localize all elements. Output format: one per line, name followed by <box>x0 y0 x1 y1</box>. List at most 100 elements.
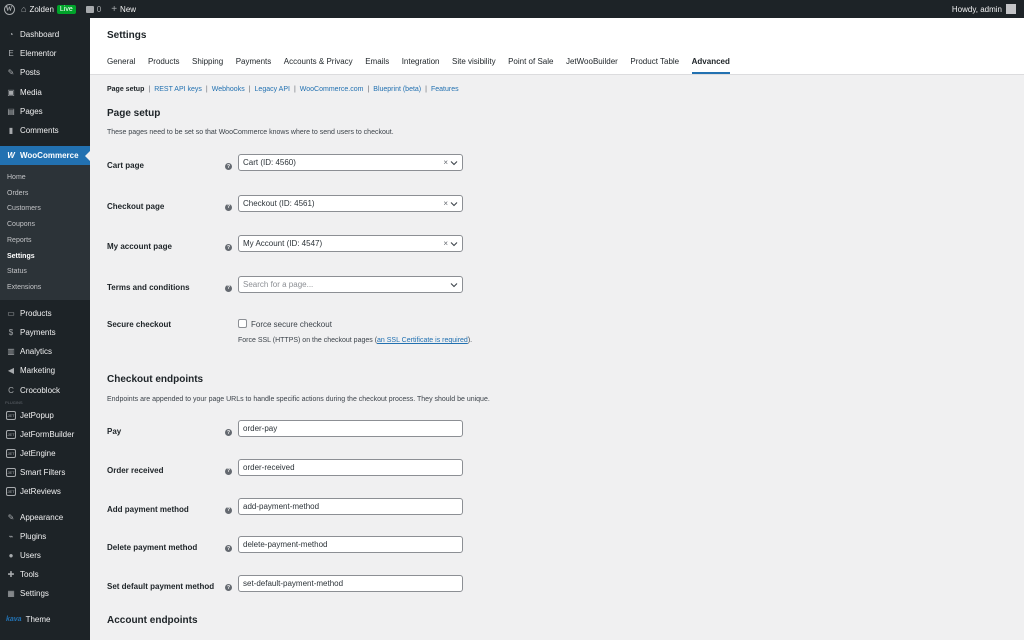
admin-bar: W ⌂ Zolden Live 0 + New Howdy, admin <box>0 0 1024 18</box>
sidebar-item-appearance[interactable]: ✎ Appearance <box>0 508 90 527</box>
kava-logo-icon: kava <box>6 615 22 623</box>
page-title: Settings <box>107 30 147 41</box>
sidebar-item-jetformbuilder[interactable]: JET JetFormBuilder <box>0 425 90 444</box>
tab-payments[interactable]: Payments <box>236 57 272 74</box>
tab-products[interactable]: Products <box>148 57 180 74</box>
site-name-link[interactable]: ⌂ Zolden Live <box>21 4 76 14</box>
checkout-page-select[interactable]: Checkout (ID: 4561) × <box>238 194 463 212</box>
tab-shipping[interactable]: Shipping <box>192 57 223 74</box>
home-icon: ⌂ <box>21 4 27 14</box>
tab-emails[interactable]: Emails <box>365 57 389 74</box>
cart-page-label: Cart page <box>107 161 144 170</box>
comment-icon <box>85 5 94 13</box>
ssl-note: Force SSL (HTTPS) on the checkout pages … <box>238 337 473 344</box>
submenu-item-orders[interactable]: Orders <box>0 185 90 201</box>
sidebar-item-analytics[interactable]: ▥ Analytics <box>0 342 90 361</box>
tab-general[interactable]: General <box>107 57 135 74</box>
set-default-payment-method-endpoint-input[interactable]: set-default-payment-method <box>238 575 463 593</box>
my-account-page-select[interactable]: My Account (ID: 4547) × <box>238 235 463 252</box>
clear-icon[interactable]: × <box>443 158 448 167</box>
pay-endpoint-input[interactable]: order-pay <box>238 420 463 437</box>
page-setup-description: These pages need to be set so that WooCo… <box>107 129 394 136</box>
help-icon[interactable]: ? <box>225 467 232 475</box>
new-content-link[interactable]: + New <box>111 4 136 15</box>
sidebar-item-elementor[interactable]: Ε Elementor <box>0 44 90 63</box>
sidebar-item-media[interactable]: ▣ Media <box>0 83 90 102</box>
terms-and-conditions-select[interactable]: Search for a page... <box>238 275 463 293</box>
tab-integration[interactable]: Integration <box>402 57 440 74</box>
clear-icon[interactable]: × <box>443 199 448 208</box>
sidebar-item-users[interactable]: ● Users <box>0 546 90 565</box>
subsection-link-webhooks[interactable]: Webhooks <box>212 86 245 93</box>
delete-payment-method-endpoint-input[interactable]: delete-payment-method <box>238 536 463 554</box>
subsection-separator: | <box>148 86 151 93</box>
help-icon[interactable]: ? <box>225 545 232 553</box>
tab-jetwoobuilder[interactable]: JetWooBuilder <box>566 57 618 74</box>
subsection-link-rest-api-keys[interactable]: REST API keys <box>154 86 202 93</box>
checkout-page-label: Checkout page <box>107 201 165 211</box>
tab-product-table[interactable]: Product Table <box>630 57 679 74</box>
sidebar-item-jetengine[interactable]: JET JetEngine <box>0 444 90 463</box>
help-icon[interactable]: ? <box>225 203 232 211</box>
tab-accounts-privacy[interactable]: Accounts & Privacy <box>284 57 353 74</box>
submenu-item-customers[interactable]: Customers <box>0 201 90 217</box>
delete-payment-method-endpoint-label: Delete payment method <box>107 543 198 553</box>
help-icon[interactable]: ? <box>225 506 232 514</box>
sidebar-item-crocoblock[interactable]: C Crocoblock <box>0 380 90 399</box>
sidebar-item-theme[interactable]: kava Theme <box>0 610 90 629</box>
order-received-endpoint-input[interactable]: order-received <box>238 458 463 476</box>
wordpress-logo-icon[interactable]: W <box>0 0 18 18</box>
chevron-down-icon <box>450 161 458 166</box>
sidebar-item-pages[interactable]: ▤ Pages <box>0 102 90 121</box>
submenu-item-status[interactable]: Status <box>0 264 90 280</box>
sidebar-item-comments[interactable]: ▮ Comments <box>0 121 90 140</box>
jet-logo-icon: JET <box>6 487 16 497</box>
sidebar-item-woocommerce[interactable]: W WooCommerce <box>0 146 90 166</box>
subsection-link-woocommerce-com[interactable]: WooCommerce.com <box>300 86 364 93</box>
payments-icon: $ <box>8 327 14 337</box>
subsection-link-blueprint-beta[interactable]: Blueprint (beta) <box>373 86 421 93</box>
tab-point-of-sale[interactable]: Point of Sale <box>508 57 553 74</box>
sidebar-item-settings[interactable]: ▦ Settings <box>0 584 90 603</box>
sidebar-item-tools[interactable]: ✚ Tools <box>0 565 90 584</box>
clear-icon[interactable]: × <box>443 239 448 248</box>
sidebar-item-payments[interactable]: $ Payments <box>0 323 90 342</box>
submenu-item-settings[interactable]: Settings <box>0 248 90 264</box>
page-icon: ▤ <box>7 106 15 116</box>
submenu-item-coupons[interactable]: Coupons <box>0 217 90 233</box>
sidebar-item-products[interactable]: ▭ Products <box>0 304 90 323</box>
subsection-separator: | <box>367 86 370 93</box>
subsection-current: Page setup <box>107 86 145 93</box>
sidebar-item-jetpopup[interactable]: JET JetPopup <box>0 406 90 425</box>
tab-site-visibility[interactable]: Site visibility <box>452 57 496 74</box>
live-badge: Live <box>56 4 76 14</box>
subsection-link-features[interactable]: Features <box>431 86 459 93</box>
account-menu[interactable]: Howdy, admin <box>952 4 1016 14</box>
help-icon[interactable]: ? <box>225 429 232 436</box>
submenu-item-home[interactable]: Home <box>0 169 90 185</box>
subsection-separator: | <box>293 86 296 93</box>
sidebar-item-dashboard[interactable]: ◔ Dashboard <box>0 25 90 44</box>
help-icon[interactable]: ? <box>225 584 232 592</box>
sidebar-item-marketing[interactable]: ◀ Marketing <box>0 361 90 380</box>
jet-logo-icon: JET <box>6 468 16 478</box>
help-icon[interactable]: ? <box>225 244 232 251</box>
sidebar-item-jetreviews[interactable]: JET JetReviews <box>0 482 90 501</box>
sidebar-item-plugins[interactable]: ⌁ Plugins <box>0 527 90 546</box>
help-icon[interactable]: ? <box>225 284 232 292</box>
subsection-link-legacy-api[interactable]: Legacy API <box>255 86 290 93</box>
submenu-item-extensions[interactable]: Extensions <box>0 280 90 296</box>
tab-advanced[interactable]: Advanced <box>691 57 730 74</box>
sidebar-item-posts[interactable]: ✎ Posts <box>0 63 90 82</box>
sidebar-item-smart-filters[interactable]: JET Smart Filters <box>0 463 90 482</box>
cart-page-select[interactable]: Cart (ID: 4560) × <box>238 154 463 171</box>
comments-link[interactable]: 0 <box>85 5 101 14</box>
force-secure-checkbox[interactable] <box>238 319 247 328</box>
help-icon[interactable]: ? <box>225 163 232 170</box>
jet-logo-icon: JET <box>6 410 16 420</box>
crocoblock-icon: C <box>8 385 14 395</box>
ssl-certificate-link[interactable]: an SSL Certificate is required <box>377 337 468 344</box>
submenu-item-reports[interactable]: Reports <box>0 233 90 249</box>
subsection-separator: | <box>425 86 427 93</box>
add-payment-method-endpoint-input[interactable]: add-payment-method <box>238 497 463 515</box>
